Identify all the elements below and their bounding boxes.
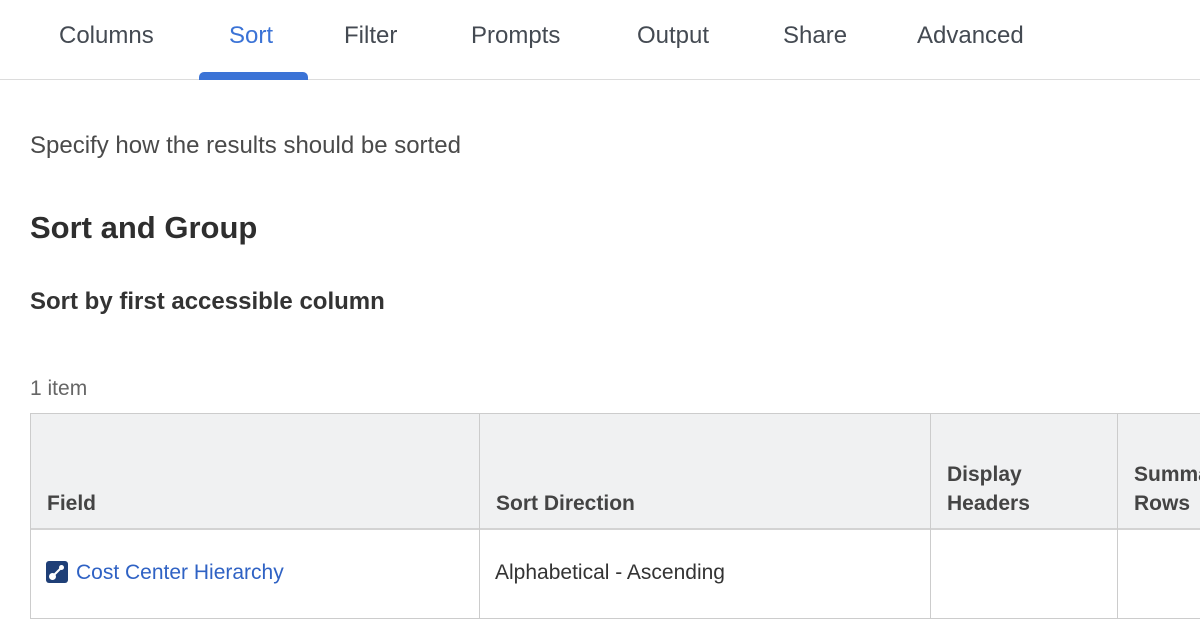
sort-direction-value: Alphabetical - Ascending [495,561,725,584]
column-divider [1117,414,1118,618]
column-header-sort-direction[interactable]: Sort Direction [496,489,635,518]
column-header-summary-rows-line2: Rows [1134,492,1191,515]
item-count: 1 item [30,377,88,400]
tab-output[interactable]: Output [637,0,709,80]
column-header-summary-rows[interactable]: Summa Rows [1134,460,1200,518]
column-divider [479,414,480,618]
tab-advanced[interactable]: Advanced [917,0,1024,80]
sort-grid: Field Sort Direction Display Headers Sum… [30,413,1200,619]
tab-filter[interactable]: Filter [344,0,397,80]
column-header-field[interactable]: Field [47,489,96,518]
hierarchy-field-icon [46,561,68,583]
column-header-summary-rows-line1: Summa [1134,463,1200,486]
sort-option-label: Sort by first accessible column [30,288,385,315]
column-header-display-headers-line2: Headers [947,492,1030,515]
sort-instructions: Specify how the results should be sorted [30,132,461,159]
tab-columns[interactable]: Columns [59,0,154,80]
column-header-display-headers-line1: Display [947,463,1022,486]
field-link-cost-center-hierarchy[interactable]: Cost Center Hierarchy [46,561,284,585]
column-header-display-headers[interactable]: Display Headers [947,460,1030,518]
field-name: Cost Center Hierarchy [76,561,284,584]
tab-share[interactable]: Share [783,0,847,80]
section-title: Sort and Group [30,210,258,245]
tab-bar: Columns Sort Filter Prompts Output Share… [0,0,1200,80]
tab-prompts[interactable]: Prompts [471,0,560,80]
tab-sort[interactable]: Sort [229,0,273,80]
active-tab-indicator [199,72,308,80]
column-divider [930,414,931,618]
